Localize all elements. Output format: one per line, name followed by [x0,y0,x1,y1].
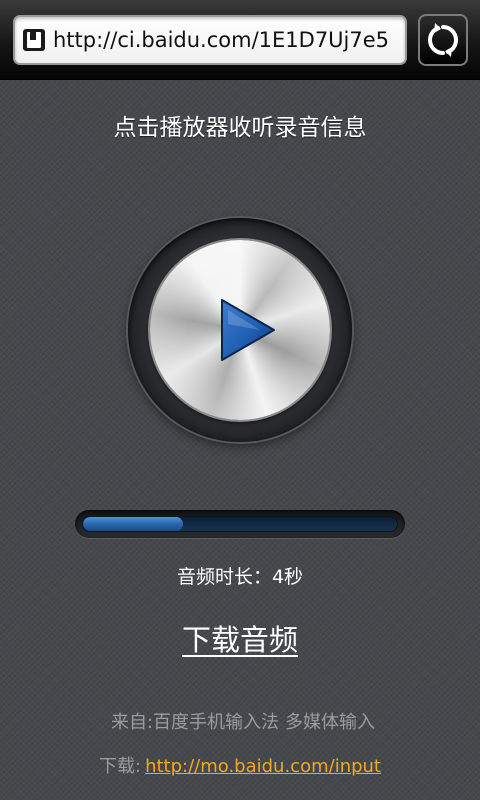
progress-track-inner [82,516,398,532]
source-info: 来自:百度手机输入法 多媒体输入 [0,708,480,738]
download-label: 下载: [99,756,142,777]
download-info: 下载: http://mo.baidu.com/input [0,752,480,782]
download-audio-row: 下载音频 [0,618,480,662]
audio-progress-bar[interactable] [75,510,405,538]
source-tag: 多媒体输入 [285,712,376,733]
audio-duration: 音频时长：4秒 [0,562,480,592]
duration-label: 音频时长： [176,566,272,588]
browser-toolbar: http://ci.baidu.com/1E1D7Uj7e5 [0,0,480,80]
progress-fill [83,517,184,531]
duration-value: 4秒 [271,566,304,588]
download-audio-link[interactable]: 下载音频 [182,623,298,657]
source-label: 来自:百度手机输入法 [110,712,280,733]
play-icon [221,299,275,361]
refresh-button[interactable] [418,14,468,66]
url-field[interactable]: http://ci.baidu.com/1E1D7Uj7e5 [13,15,407,65]
refresh-icon [428,23,458,57]
play-prompt: 点击播放器收听录音信息 [113,115,367,141]
download-url-link[interactable]: http://mo.baidu.com/input [145,756,381,777]
page-icon [23,29,45,51]
url-text[interactable]: http://ci.baidu.com/1E1D7Uj7e5 [53,17,403,63]
